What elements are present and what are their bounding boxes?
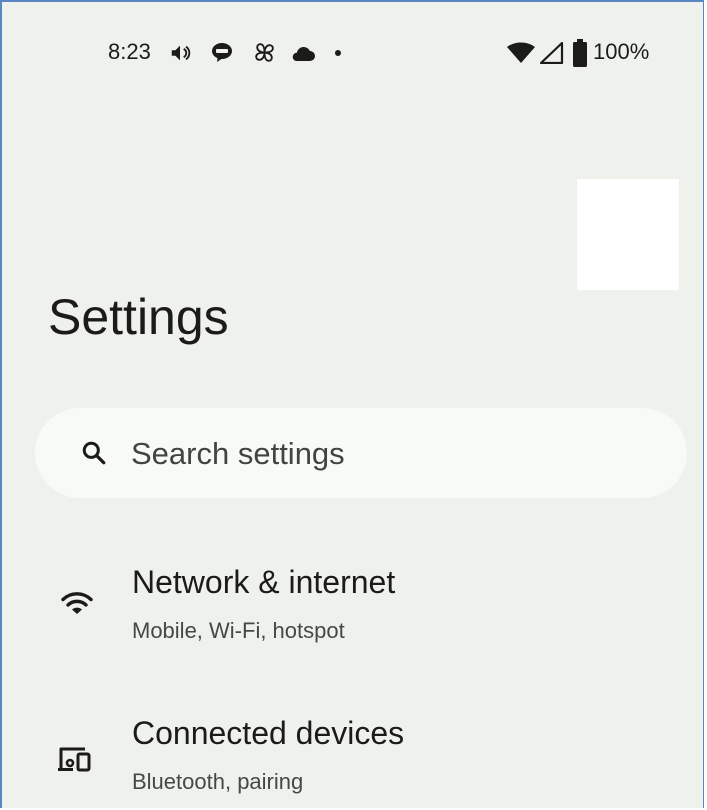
pinwheel-icon bbox=[255, 43, 274, 62]
status-bar: 8:23 100% bbox=[2, 32, 703, 72]
line-app-icon bbox=[212, 43, 232, 62]
page-title: Settings bbox=[48, 289, 229, 345]
cellular-signal-icon bbox=[540, 42, 564, 64]
volume-icon bbox=[171, 45, 191, 61]
settings-item-title: Connected devices bbox=[132, 715, 405, 751]
search-placeholder: Search settings bbox=[131, 436, 345, 471]
settings-screen: 8:23 100% Settings Search settings Netwo… bbox=[0, 0, 704, 808]
search-icon bbox=[82, 441, 106, 465]
battery-icon bbox=[573, 39, 587, 67]
settings-item-subtitle: Bluetooth, pairing bbox=[132, 769, 304, 794]
avatar[interactable] bbox=[577, 179, 679, 290]
wifi-icon bbox=[507, 42, 535, 63]
search-bar[interactable]: Search settings bbox=[35, 408, 687, 498]
settings-item-title: Network & internet bbox=[132, 564, 396, 600]
cloud-icon bbox=[292, 47, 315, 61]
dot-icon bbox=[335, 50, 341, 56]
status-time: 8:23 bbox=[108, 39, 151, 64]
settings-item-connected-devices[interactable]: Connected devices Bluetooth, pairing bbox=[2, 707, 703, 808]
connected-devices-icon bbox=[58, 747, 91, 772]
wifi-icon bbox=[61, 592, 93, 614]
settings-item-subtitle: Mobile, Wi-Fi, hotspot bbox=[132, 618, 345, 643]
battery-percent: 100% bbox=[593, 39, 650, 64]
settings-item-network[interactable]: Network & internet Mobile, Wi-Fi, hotspo… bbox=[2, 552, 703, 662]
